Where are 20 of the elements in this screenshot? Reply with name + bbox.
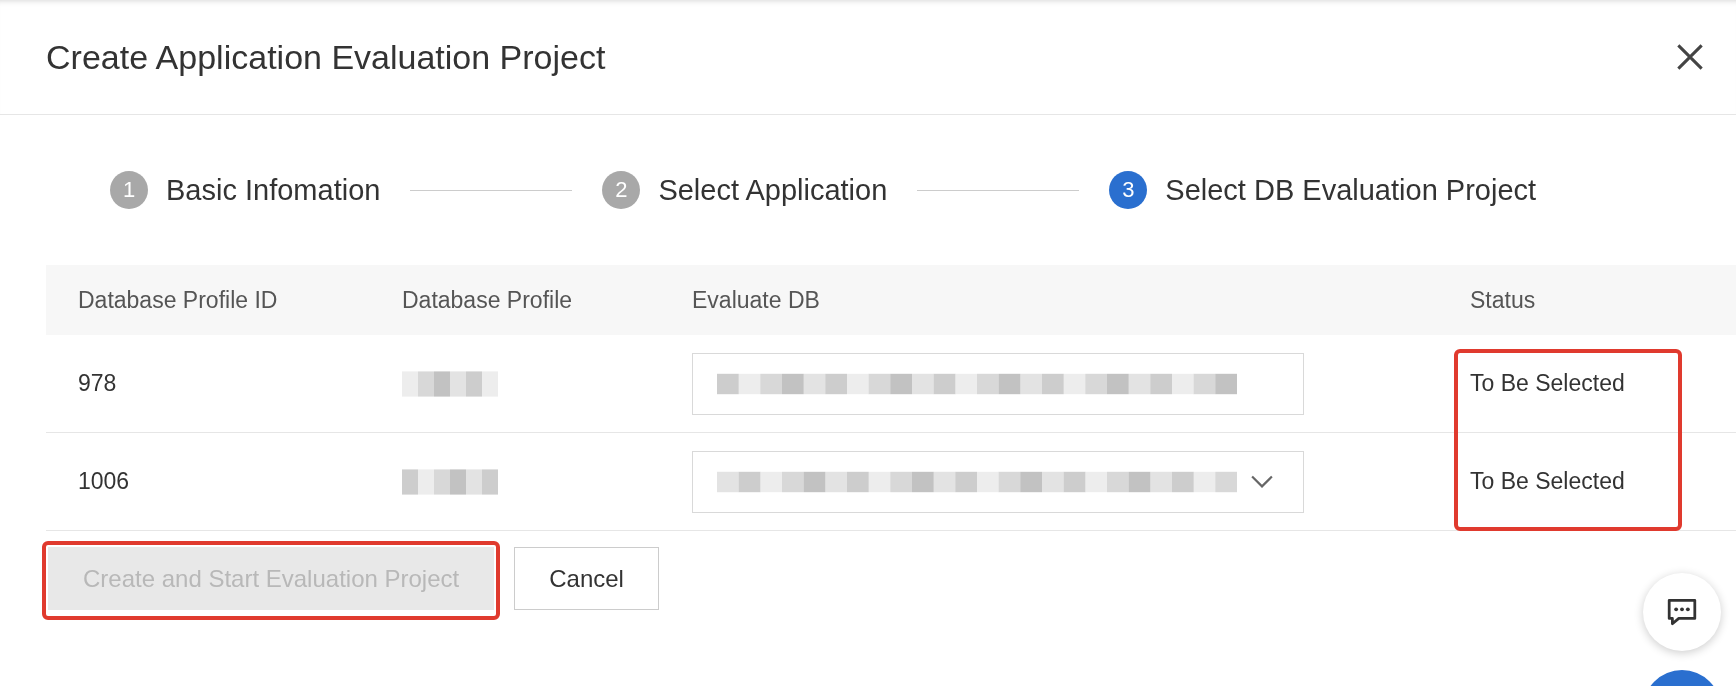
close-icon[interactable] [1676,43,1704,71]
chat-icon [1666,597,1698,627]
table-cell-text: 1006 [78,468,131,495]
status-text: To Be Selected [1470,468,1626,495]
status-text: To Be Selected [1470,370,1626,397]
chat-button[interactable] [1643,573,1721,651]
step-label: Select Application [658,173,888,207]
step-number: 2 [602,171,641,209]
column-header: Database Profile ID [78,286,279,314]
column-header: Evaluate DB [692,286,821,314]
step-label: Basic Infomation [166,173,381,207]
table-cell-text: 978 [78,370,118,397]
step-label: Select DB Evaluation Project [1165,173,1537,207]
dialog-title: Create Application Evaluation Project [46,37,606,77]
step-number: 1 [110,171,148,209]
chevron-down-icon [1251,474,1273,489]
column-header: Database Profile [402,286,574,314]
column-header: Status [1470,286,1537,314]
cancel-button[interactable]: Cancel [514,547,659,610]
step-number: 3 [1109,171,1148,209]
